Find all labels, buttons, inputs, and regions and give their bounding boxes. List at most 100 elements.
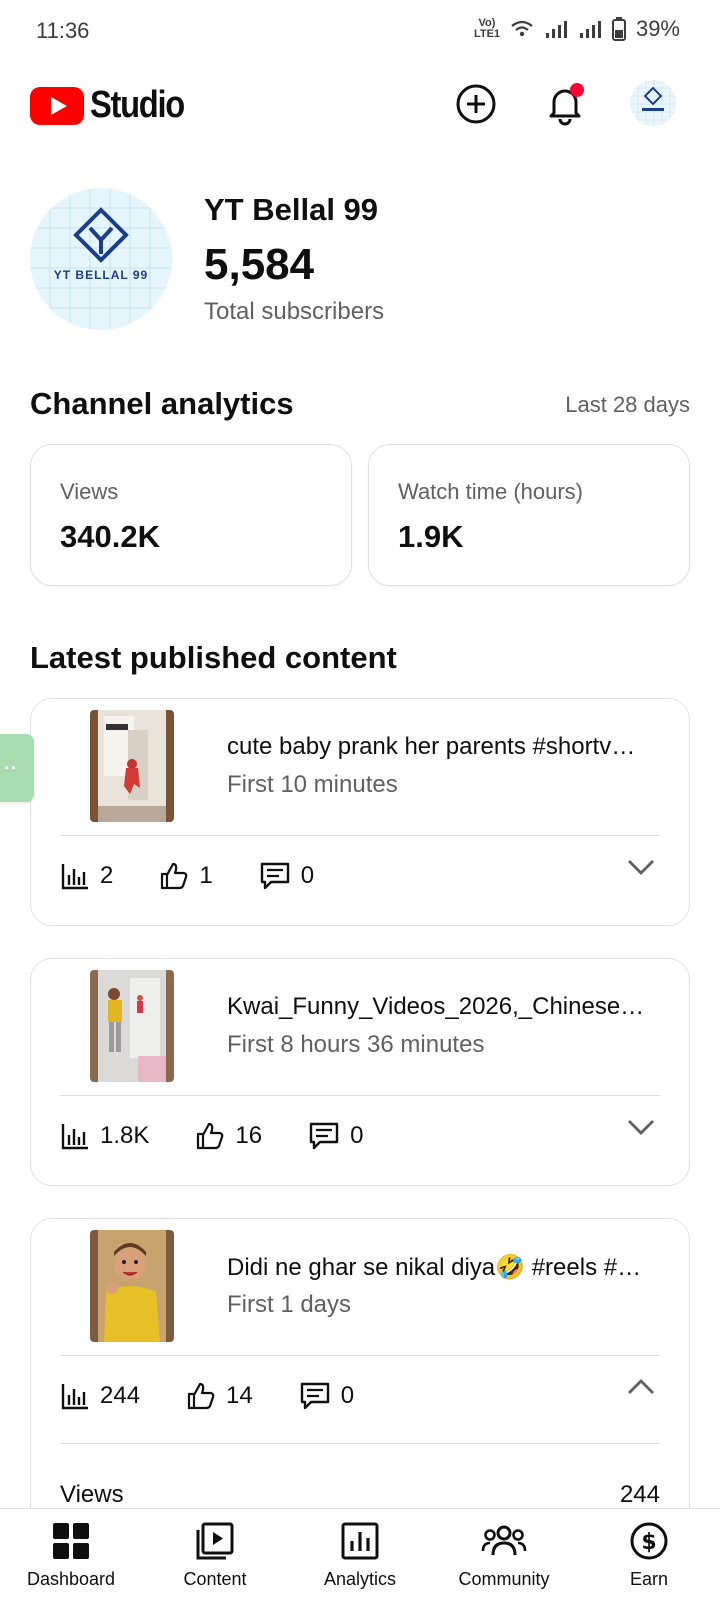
video-metrics: 244 14 0	[60, 1381, 400, 1411]
detail-row-views: Views 244	[60, 1481, 660, 1509]
comments-metric: 0	[259, 861, 314, 891]
dashboard-icon	[53, 1523, 89, 1559]
views-card[interactable]: Views 340.2K	[30, 444, 352, 586]
video-title[interactable]: cute baby prank her parents #shortv…	[227, 733, 657, 761]
detail-label: Views	[60, 1481, 124, 1508]
video-thumbnail[interactable]	[90, 970, 174, 1082]
chevron-down-icon	[628, 860, 654, 875]
video-timeframe: First 1 days	[227, 1291, 352, 1318]
likes-count: 1	[199, 862, 213, 889]
studio-logo[interactable]: Studio	[30, 84, 199, 127]
status-icons: Vo) LTE1 39%	[474, 16, 680, 42]
notifications-button[interactable]	[539, 78, 591, 130]
signal-icon	[545, 21, 567, 38]
video-metrics: 2 1 0	[60, 861, 360, 891]
channel-logo-icon	[630, 80, 676, 126]
views-count: 2	[100, 862, 114, 889]
video-title[interactable]: Kwai_Funny_Videos_2026,_Chinese…	[227, 993, 657, 1021]
status-time: 11:36	[36, 18, 90, 43]
channel-summary: YT BELLAL 99 YT Bellal 99 5,584 Total su…	[30, 188, 690, 330]
nav-earn[interactable]: $ Earn	[579, 1521, 719, 1590]
expand-button[interactable]	[623, 1109, 659, 1145]
bar-chart-icon	[61, 1384, 88, 1410]
likes-count: 16	[235, 1122, 263, 1149]
views-count: 244	[100, 1382, 141, 1409]
nav-content[interactable]: Content	[145, 1521, 285, 1590]
nav-label: Dashboard	[26, 1569, 116, 1589]
battery-icon	[611, 17, 626, 41]
video-thumbnail-image	[90, 1230, 174, 1342]
float-tab-label: ··	[4, 757, 18, 778]
bar-chart-icon	[61, 864, 88, 890]
floating-side-tab[interactable]: ··	[0, 734, 34, 802]
create-button[interactable]	[450, 78, 502, 130]
nav-label: Earn	[629, 1569, 669, 1589]
nav-label: Analytics	[323, 1569, 397, 1589]
subscriber-count: 5,584	[204, 240, 315, 289]
nav-community[interactable]: Community	[434, 1521, 574, 1590]
bar-chart-icon	[61, 1124, 88, 1150]
likes-metric: 16	[195, 1121, 262, 1151]
account-avatar[interactable]	[630, 80, 676, 126]
views-metric: 1.8K	[60, 1121, 149, 1151]
video-title[interactable]: Didi ne ghar se nikal diya🤣 #reels #…	[227, 1253, 657, 1282]
nav-dashboard[interactable]: Dashboard	[1, 1521, 141, 1590]
status-bar: 11:36 Vo) LTE1 39%	[0, 0, 720, 62]
chevron-down-icon	[628, 1120, 654, 1135]
card-divider	[60, 1443, 660, 1444]
battery-level: 39%	[635, 16, 680, 41]
plus-circle-icon	[456, 84, 496, 124]
comments-metric: 0	[299, 1381, 354, 1411]
comment-icon	[260, 862, 289, 890]
bell-icon	[549, 83, 584, 126]
comments-count: 0	[340, 1382, 355, 1409]
bottom-navigation: Dashboard Content Analytics Community $ …	[0, 1508, 720, 1600]
channel-name: YT Bellal 99	[204, 192, 379, 227]
video-timeframe: First 8 hours 36 minutes	[227, 1031, 485, 1058]
channel-avatar[interactable]: YT BELLAL 99	[30, 188, 172, 330]
logo-text: Studio	[90, 84, 185, 126]
video-metrics: 1.8K 16 0	[60, 1121, 409, 1151]
comments-metric: 0	[308, 1121, 363, 1151]
comments-count: 0	[300, 862, 315, 889]
nav-label: Community	[458, 1569, 550, 1589]
analytics-icon	[341, 1522, 379, 1560]
nav-label: Content	[183, 1569, 247, 1589]
watch-time-card[interactable]: Watch time (hours) 1.9K	[368, 444, 690, 586]
content-card[interactable]: Didi ne ghar se nikal diya🤣 #reels #… Fi…	[30, 1218, 690, 1538]
content-card[interactable]: Kwai_Funny_Videos_2026,_Chinese… First 8…	[30, 958, 690, 1186]
video-thumbnail-image	[90, 710, 174, 822]
channel-logo-icon	[30, 188, 172, 330]
stat-value: 1.9K	[398, 519, 464, 554]
svg-text:$: $	[641, 1530, 656, 1555]
collapse-button[interactable]	[623, 1369, 659, 1405]
content-icon	[196, 1522, 234, 1560]
latest-content-title: Latest published content	[30, 640, 397, 675]
analytics-title: Channel analytics	[30, 386, 294, 421]
views-metric: 244	[60, 1381, 140, 1411]
video-thumbnail[interactable]	[90, 710, 174, 822]
stat-value: 340.2K	[60, 519, 160, 554]
likes-metric: 1	[159, 861, 213, 891]
expand-button[interactable]	[623, 849, 659, 885]
content-card[interactable]: cute baby prank her parents #shortv… Fir…	[30, 698, 690, 926]
earn-icon: $	[630, 1522, 668, 1560]
thumb-up-icon	[161, 862, 188, 890]
thumb-up-icon	[197, 1122, 224, 1150]
comment-icon	[300, 1382, 329, 1410]
card-divider	[60, 1355, 660, 1356]
youtube-logo-icon	[30, 86, 84, 125]
nav-analytics[interactable]: Analytics	[290, 1521, 430, 1590]
views-metric: 2	[60, 861, 113, 891]
video-thumbnail[interactable]	[90, 1230, 174, 1342]
community-icon	[481, 1525, 527, 1556]
subscriber-label: Total subscribers	[204, 298, 385, 325]
wifi-icon	[511, 20, 533, 37]
likes-count: 14	[226, 1382, 253, 1409]
comments-count: 0	[350, 1122, 364, 1149]
volte-icon: Vo) LTE1	[473, 17, 501, 40]
card-divider	[60, 1095, 660, 1096]
stat-label: Views	[60, 479, 119, 504]
detail-value: 244	[619, 1481, 660, 1508]
analytics-period: Last 28 days	[565, 392, 690, 417]
